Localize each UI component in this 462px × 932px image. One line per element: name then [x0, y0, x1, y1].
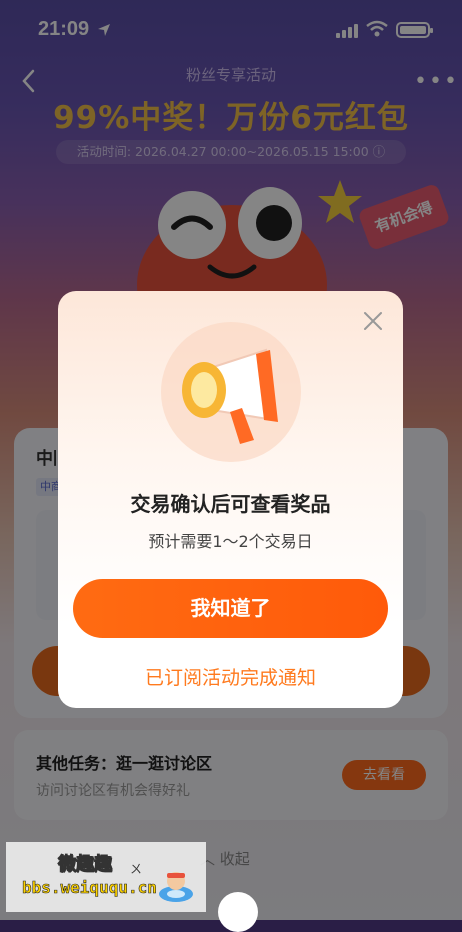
got-it-button[interactable]: 我知道了 [73, 579, 388, 638]
floating-action-button[interactable] [218, 892, 258, 932]
subscribed-notice-link[interactable]: 已订阅活动完成通知 [58, 663, 403, 690]
watermark-mark: ㄨ [130, 862, 143, 876]
modal-title: 交易确认后可查看奖品 [130, 492, 331, 516]
megaphone-icon [161, 322, 301, 462]
close-icon[interactable] [360, 308, 386, 334]
modal-subtitle: 预计需要1～2个交易日 [148, 532, 313, 551]
watermark-name: 微趣趣 [58, 854, 113, 876]
swim-ring-character-icon [159, 872, 193, 902]
watermark-url: bbs.weiququ.cn [22, 878, 157, 898]
